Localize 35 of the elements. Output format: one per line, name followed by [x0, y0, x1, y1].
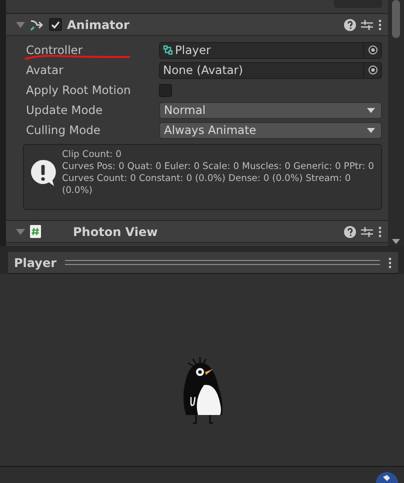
- component-title: Animator: [67, 18, 130, 32]
- tag-badge-icon[interactable]: [376, 471, 398, 483]
- settings-sliders-icon[interactable]: [361, 18, 373, 30]
- more-menu-icon[interactable]: [378, 226, 382, 238]
- field-label: Culling Mode: [26, 123, 102, 137]
- animator-icon: [30, 18, 44, 30]
- drag-grip-icon[interactable]: [64, 260, 380, 265]
- object-field[interactable]: None (Avatar): [159, 62, 382, 78]
- field-label: Avatar: [26, 63, 64, 77]
- dropdown[interactable]: Normal: [159, 102, 382, 118]
- foldout-caret-icon[interactable]: [16, 228, 25, 236]
- help-icon[interactable]: [344, 18, 356, 30]
- scroll-down-arrow-icon[interactable]: [392, 239, 400, 244]
- scrollbar-thumb[interactable]: [392, 0, 400, 38]
- more-menu-icon[interactable]: [388, 256, 392, 268]
- field-label: Apply Root Motion: [26, 83, 132, 97]
- enabled-checkbox[interactable]: [49, 18, 62, 31]
- preview-title: Player: [14, 256, 57, 270]
- info-alert-icon: [30, 159, 56, 187]
- object-field[interactable]: Player: [159, 42, 382, 58]
- info-text: Curves Count: 0 Constant: 0 (0.0%) Dense: 0 (0.0%) Stream: 0 (0.0%): [62, 173, 352, 197]
- help-icon[interactable]: [344, 226, 356, 238]
- component-title: Photon View: [73, 224, 159, 238]
- foldout-caret-icon[interactable]: [16, 20, 25, 28]
- more-menu-icon[interactable]: [378, 18, 382, 30]
- dropdown-arrow-icon: [367, 128, 375, 132]
- dropdown-arrow-icon: [367, 108, 375, 112]
- dropdown[interactable]: Always Animate: [159, 122, 382, 138]
- field-label: Update Mode: [26, 103, 104, 117]
- script-icon: [30, 225, 41, 238]
- root-motion-checkbox[interactable]: [159, 84, 172, 96]
- settings-sliders-icon[interactable]: [361, 226, 373, 238]
- info-text: Curves Pos: 0 Quat: 0 Euler: 0 Scale: 0 Muscles: 0 Generic: 0 PPtr: 0: [62, 161, 375, 173]
- info-text: Clip Count: 0: [62, 149, 122, 161]
- field-label: Controller: [26, 43, 84, 57]
